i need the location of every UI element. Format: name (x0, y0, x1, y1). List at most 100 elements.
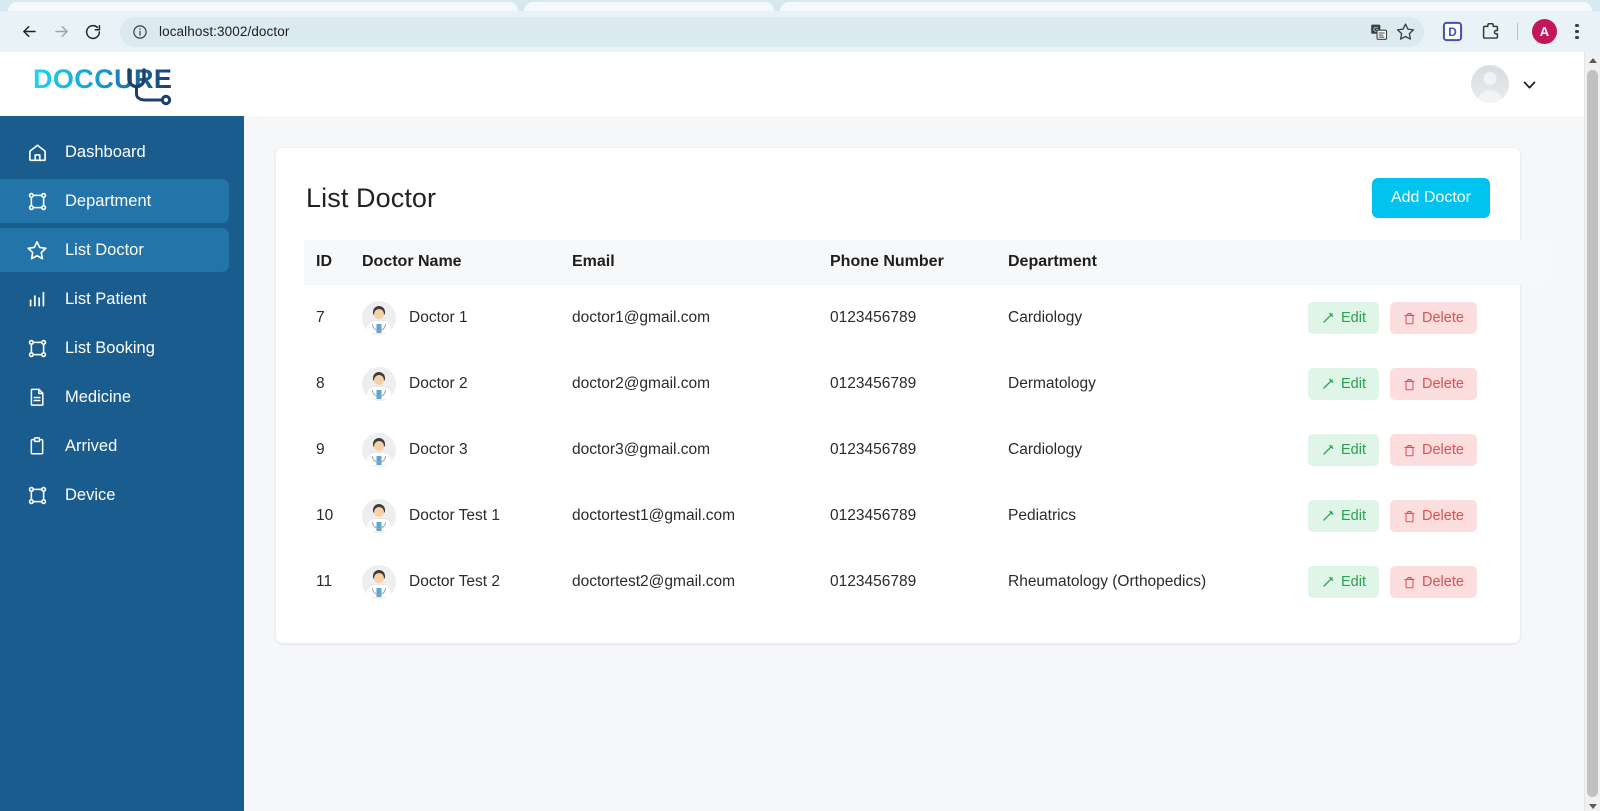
scrollbar-up-arrow[interactable] (1585, 52, 1600, 69)
sidebar-item-label: Device (65, 485, 116, 504)
browser-tab[interactable] (524, 2, 774, 11)
cell-phone: 0123456789 (830, 375, 917, 392)
translate-icon[interactable]: G (1366, 19, 1392, 45)
cell-department: Cardiology (1008, 309, 1083, 326)
browser-tab[interactable] (8, 2, 518, 11)
frame-icon (26, 190, 48, 212)
delete-button[interactable]: Delete (1390, 434, 1477, 466)
cell-doctor-name: Doctor 3 (362, 417, 572, 483)
column-header-doctor-name[interactable]: Doctor Name (362, 240, 572, 285)
edit-button[interactable]: Edit (1308, 566, 1379, 598)
add-doctor-button[interactable]: Add Doctor (1371, 178, 1490, 218)
edit-button[interactable]: Edit (1308, 368, 1379, 400)
extension-d-icon[interactable]: D (1437, 17, 1467, 47)
sidebar-item-arrived[interactable]: Arrived (0, 424, 229, 468)
browser-tab-strip[interactable] (0, 0, 1600, 11)
chrome-menu-icon[interactable] (1564, 17, 1590, 47)
table-header-row: ID Doctor Name Email Phone Number Depart… (304, 240, 1548, 285)
sidebar-item-list-doctor[interactable]: List Doctor (0, 228, 229, 272)
trash-icon (1404, 312, 1415, 324)
doccure-logo-icon: DOCCURE (33, 64, 172, 106)
sidebar-item-label: Department (65, 191, 152, 210)
table-header: ID Doctor Name Email Phone Number Depart… (304, 240, 1548, 285)
column-header-email[interactable]: Email (572, 240, 830, 285)
delete-button[interactable]: Delete (1390, 368, 1477, 400)
table-row: 11 Doctor Test 2 doctortest2@gmail.com 0123… (304, 549, 1548, 615)
frame-icon (26, 484, 48, 506)
table-row: 7 Doctor 1 doctor1@gmail.com 0123456789 Card… (304, 285, 1548, 351)
doctor-name-text: Doctor 2 (409, 375, 468, 392)
cell-id: 11 (316, 573, 333, 590)
doctor-avatar-icon (362, 499, 396, 533)
bookmark-star-icon[interactable] (1392, 19, 1418, 45)
sidebar-item-medicine[interactable]: Medicine (0, 375, 229, 419)
delete-button-label: Delete (1422, 442, 1464, 458)
sidebar-item-label: Medicine (65, 387, 132, 406)
sidebar-item-device[interactable]: Device (0, 473, 229, 517)
cell-actions: Edit Delete (1308, 285, 1548, 351)
column-header-department[interactable]: Department (1008, 240, 1308, 285)
svg-text:DOCCURE: DOCCURE (33, 64, 172, 94)
edit-button[interactable]: Edit (1308, 302, 1379, 334)
extensions-puzzle-icon[interactable] (1475, 17, 1505, 47)
browser-tab[interactable] (780, 2, 1592, 11)
doctor-avatar-icon (362, 367, 396, 401)
delete-button[interactable]: Delete (1390, 302, 1477, 334)
pencil-icon (1323, 312, 1334, 323)
frame-icon (26, 337, 48, 359)
trash-icon (1404, 576, 1415, 588)
column-header-id[interactable]: ID (304, 240, 362, 285)
page-scrollbar[interactable] (1584, 52, 1600, 811)
cell-email: doctortest2@gmail.com (572, 573, 736, 590)
bar-chart-icon (26, 288, 48, 310)
doctor-avatar-icon (362, 433, 396, 467)
list-doctor-card: List Doctor Add Doctor ID Doctor Name Em… (276, 148, 1548, 643)
sidebar-item-department[interactable]: Department (0, 179, 229, 223)
reload-button[interactable] (78, 17, 108, 47)
delete-button[interactable]: Delete (1390, 500, 1477, 532)
site-info-icon[interactable] (130, 22, 150, 42)
sidebar-item-dashboard[interactable]: Dashboard (0, 130, 229, 174)
user-menu[interactable] (1471, 65, 1538, 103)
clipboard-icon (26, 435, 48, 457)
chevron-down-icon[interactable] (1521, 76, 1538, 93)
forward-button[interactable] (46, 17, 76, 47)
doctor-name-text: Doctor Test 1 (409, 507, 501, 524)
scrollbar-thumb[interactable] (1587, 70, 1598, 797)
pencil-icon (1323, 378, 1334, 389)
edit-button-label: Edit (1341, 574, 1366, 590)
user-avatar-icon[interactable] (1471, 65, 1509, 103)
edit-button-label: Edit (1341, 376, 1366, 392)
cell-phone: 0123456789 (830, 441, 917, 458)
cell-actions: Edit Delete (1308, 483, 1548, 549)
cell-email: doctor1@gmail.com (572, 309, 711, 326)
sidebar-item-label: List Booking (65, 338, 155, 357)
column-header-phone[interactable]: Phone Number (830, 240, 1008, 285)
page-title: List Doctor (306, 182, 437, 213)
pencil-icon (1323, 444, 1334, 455)
doctor-name-text: Doctor 1 (409, 309, 468, 326)
pencil-icon (1323, 576, 1334, 587)
cell-department: Cardiology (1008, 441, 1083, 458)
browser-profile-avatar[interactable]: A (1532, 19, 1557, 44)
delete-button[interactable]: Delete (1390, 566, 1477, 598)
app-header: DOCCURE (0, 52, 1600, 116)
edit-button[interactable]: Edit (1308, 500, 1379, 532)
scrollbar-down-arrow[interactable] (1585, 798, 1600, 811)
sidebar-item-list-patient[interactable]: List Patient (0, 277, 229, 321)
trash-icon (1404, 378, 1415, 390)
cell-department: Pediatrics (1008, 507, 1077, 524)
back-button[interactable] (14, 17, 44, 47)
edit-button[interactable]: Edit (1308, 434, 1379, 466)
cell-actions: Edit Delete (1308, 549, 1548, 615)
cell-doctor-name: Doctor Test 2 (362, 549, 572, 615)
edit-button-label: Edit (1341, 508, 1366, 524)
address-bar-url[interactable]: localhost:3002/doctor (159, 24, 1366, 39)
doctor-avatar-icon (362, 565, 396, 599)
home-icon (26, 141, 48, 163)
doccure-logo[interactable]: DOCCURE (0, 62, 244, 106)
sidebar-item-list-booking[interactable]: List Booking (0, 326, 229, 370)
table-body: 7 Doctor 1 doctor1@gmail.com 0123456789 Card… (304, 285, 1548, 615)
cell-phone: 0123456789 (830, 507, 917, 524)
address-bar[interactable]: localhost:3002/doctor G (120, 16, 1424, 47)
